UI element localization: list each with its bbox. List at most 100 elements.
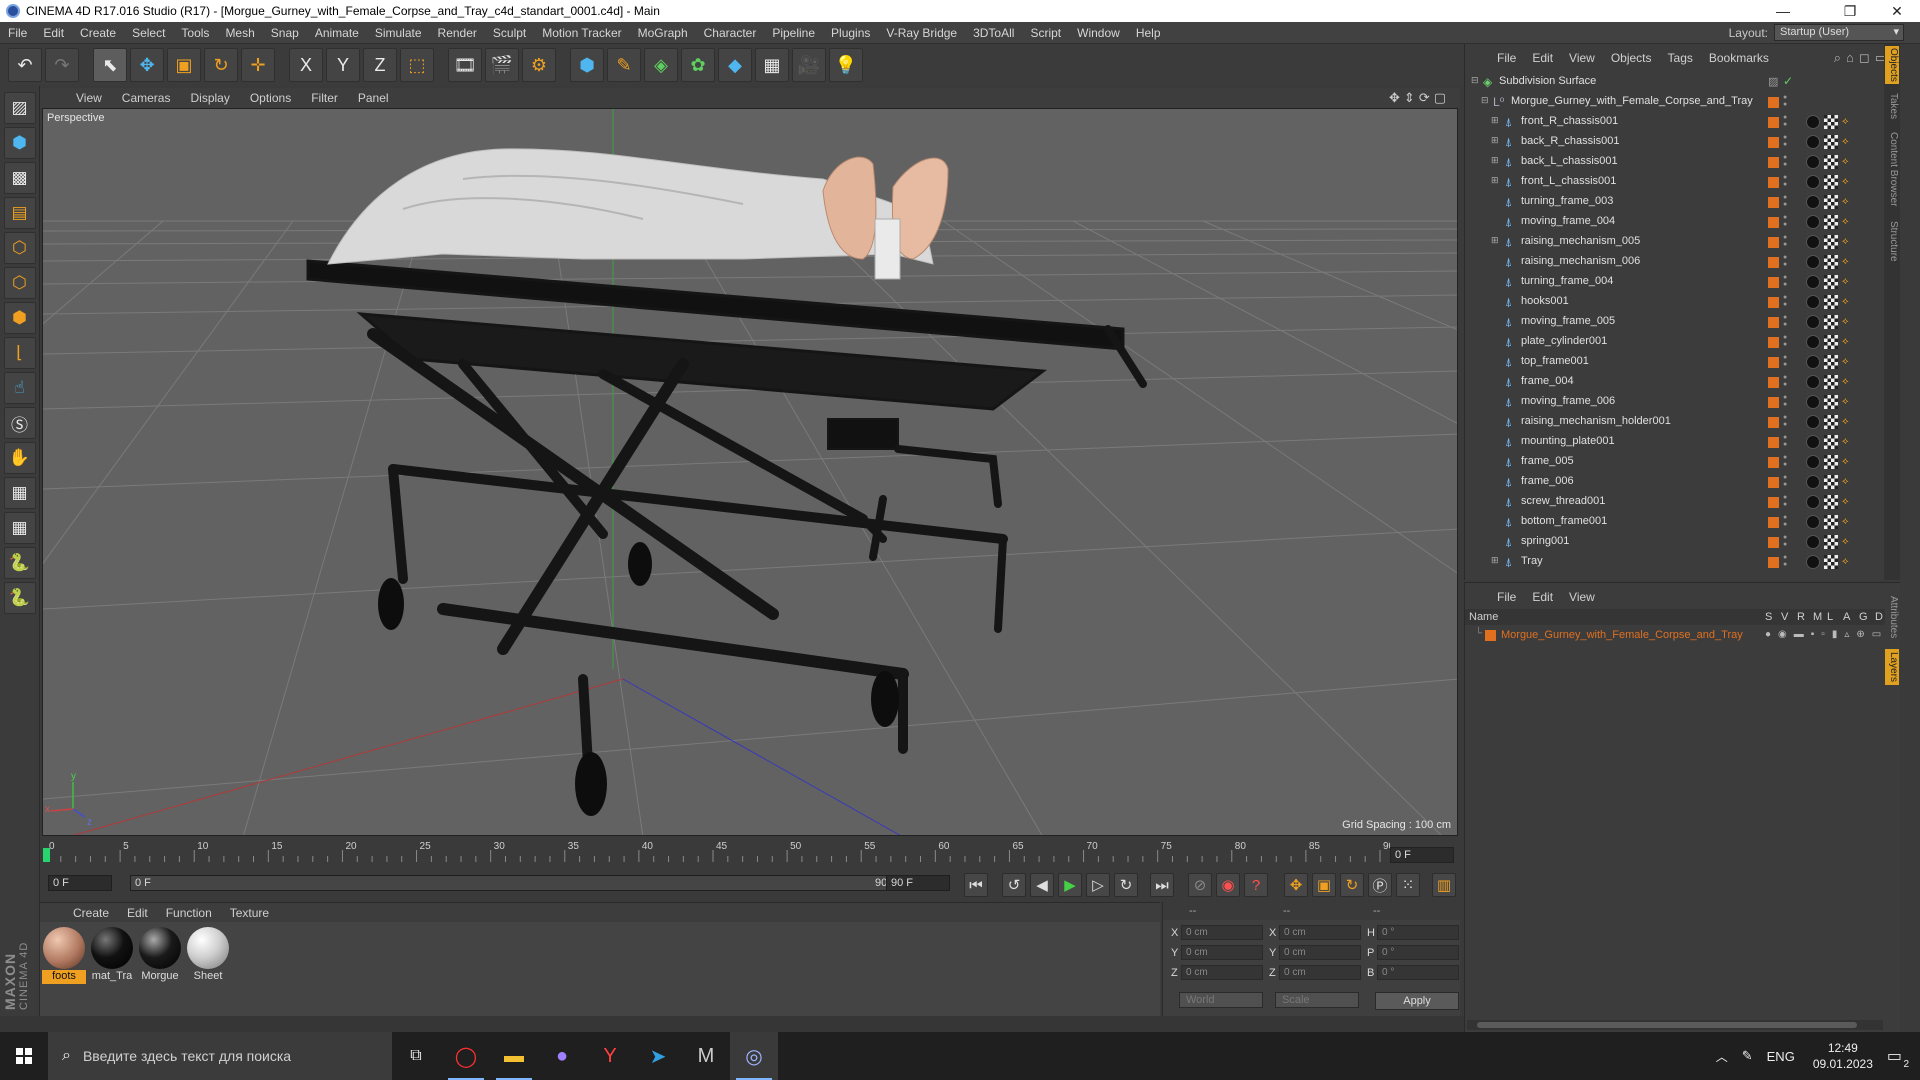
perspective-viewport[interactable]: y x z Perspective Grid Spacing : 100 cm — [42, 108, 1458, 836]
size-y-field[interactable]: 0 cm — [1279, 945, 1361, 960]
make-editable-icon[interactable]: ▨ — [3, 92, 36, 124]
cinema4d-taskbar-icon[interactable]: ◎ — [730, 1032, 778, 1080]
object-row[interactable]: ⍋ turning_frame_003 ● ● ⟡ — [1465, 192, 1901, 212]
workplane-lock-icon[interactable]: ▦ — [3, 477, 36, 509]
phong-tag-icon[interactable]: ⟡ — [1842, 196, 1854, 208]
visibility-dots-icon[interactable]: ● ● — [1783, 454, 1789, 468]
viewport-menu-display[interactable]: Display — [180, 91, 239, 105]
layer-color-tag[interactable] — [1768, 537, 1779, 548]
object-menu-tags[interactable]: Tags — [1660, 51, 1701, 65]
layout-dropdown[interactable]: Startup (User) — [1774, 24, 1904, 41]
column-manager[interactable]: M — [1813, 611, 1822, 623]
object-row[interactable]: ⍋ hooks001 ● ● ⟡ — [1465, 292, 1901, 312]
texture-tag-icon[interactable] — [1824, 135, 1838, 149]
visibility-dots-icon[interactable]: ● ● — [1783, 534, 1789, 548]
object-row[interactable]: ⍋ top_frame001 ● ● ⟡ — [1465, 352, 1901, 372]
phong-tag-icon[interactable]: ⟡ — [1842, 416, 1854, 428]
phong-tag-icon[interactable]: ⟡ — [1842, 276, 1854, 288]
model-mode-icon[interactable]: ⬢ — [3, 127, 36, 159]
menu-help[interactable]: Help — [1128, 26, 1169, 40]
material-tag-icon[interactable] — [1806, 155, 1820, 169]
phong-tag-icon[interactable]: ⟡ — [1842, 536, 1854, 548]
visibility-dots-icon[interactable]: ● ● — [1783, 254, 1789, 268]
layer-color-tag[interactable] — [1768, 437, 1779, 448]
visibility-dots-icon[interactable]: ● ● — [1783, 354, 1789, 368]
layer-color-tag[interactable] — [1768, 157, 1779, 168]
menu-tools[interactable]: Tools — [173, 26, 217, 40]
language-indicator[interactable]: ENG — [1767, 1049, 1795, 1064]
object-row[interactable]: ⍋ bottom_frame001 ● ● ⟡ — [1465, 512, 1901, 532]
size-x-field[interactable]: 0 cm — [1279, 925, 1361, 940]
menu-animate[interactable]: Animate — [307, 26, 367, 40]
floor-environment-icon[interactable]: ▦ — [755, 48, 789, 82]
deformer-icon[interactable]: ◆ — [718, 48, 752, 82]
texture-tag-icon[interactable] — [1824, 335, 1838, 349]
subdivision-generator-icon[interactable]: ◈ — [644, 48, 678, 82]
texture-tag-icon[interactable] — [1824, 175, 1838, 189]
light-icon[interactable]: 💡 — [829, 48, 863, 82]
material-tag-icon[interactable] — [1806, 295, 1820, 309]
layer-color-tag[interactable] — [1768, 217, 1779, 228]
visibility-dots-icon[interactable]: ● ● — [1783, 94, 1789, 108]
frame-range-slider[interactable]: 0 F 90 F — [130, 875, 916, 891]
side-tab-takes[interactable]: Takes — [1885, 90, 1899, 122]
texture-tag-icon[interactable] — [1824, 275, 1838, 289]
material-tag-icon[interactable] — [1806, 555, 1820, 569]
go-to-end-icon[interactable]: ⏭ — [1150, 873, 1174, 897]
visibility-dots-icon[interactable]: ● ● — [1783, 494, 1789, 508]
column-solo[interactable]: S — [1765, 611, 1772, 623]
phong-tag-icon[interactable]: ⟡ — [1842, 396, 1854, 408]
object-row[interactable]: ⍋ moving_frame_005 ● ● ⟡ — [1465, 312, 1901, 332]
material-swatch-morgue[interactable]: Morgue — [138, 926, 182, 982]
start-frame-field[interactable]: 0 F — [48, 875, 112, 891]
render-picture-viewer-icon[interactable]: 🎬 — [485, 48, 519, 82]
material-tag-icon[interactable] — [1806, 195, 1820, 209]
taskbar-clock[interactable]: 12:49 09.01.2023 — [1813, 1040, 1873, 1072]
layer-color-tag[interactable] — [1768, 457, 1779, 468]
object-row[interactable]: ⊞ ⍋ raising_mechanism_005 ● ● ⟡ — [1465, 232, 1901, 252]
phong-tag-icon[interactable]: ⟡ — [1842, 296, 1854, 308]
layer-row[interactable]: └ Morgue_Gurney_with_Female_Corpse_and_T… — [1465, 627, 1885, 645]
menu-pipeline[interactable]: Pipeline — [764, 26, 823, 40]
discord-icon[interactable]: ● — [538, 1032, 586, 1080]
layer-color-tag[interactable] — [1768, 497, 1779, 508]
material-menu-texture[interactable]: Texture — [221, 906, 278, 920]
layer-color-tag[interactable] — [1768, 477, 1779, 488]
object-row[interactable]: ⍋ screw_thread001 ● ● ⟡ — [1465, 492, 1901, 512]
object-row[interactable]: ⍋ frame_005 ● ● ⟡ — [1465, 452, 1901, 472]
phong-tag-icon[interactable]: ⟡ — [1842, 356, 1854, 368]
menu-window[interactable]: Window — [1069, 26, 1128, 40]
maxon-app-icon[interactable]: M — [682, 1032, 730, 1080]
material-tag-icon[interactable] — [1806, 255, 1820, 269]
texture-tag-icon[interactable] — [1824, 495, 1838, 509]
viewport-navigation-icons[interactable]: ✥⇕⟳▢ — [1389, 90, 1450, 106]
visibility-dots-icon[interactable]: ● ● — [1783, 114, 1789, 128]
phong-tag-icon[interactable]: ⟡ — [1842, 156, 1854, 168]
texture-tag-icon[interactable] — [1824, 195, 1838, 209]
coordinate-mode-dropdown[interactable]: Scale — [1275, 992, 1359, 1008]
menu-mesh[interactable]: Mesh — [217, 26, 262, 40]
material-tag-icon[interactable] — [1806, 375, 1820, 389]
task-view-icon[interactable]: ⧉ — [392, 1032, 440, 1080]
menu-edit[interactable]: Edit — [35, 26, 72, 40]
points-mode-icon[interactable]: ⬡ — [3, 232, 36, 264]
key-parameter-icon[interactable]: Ⓟ — [1368, 873, 1392, 897]
previous-frame-icon[interactable]: ◀ — [1030, 873, 1054, 897]
layer-color-tag[interactable] — [1768, 377, 1779, 388]
phong-tag-icon[interactable]: ⟡ — [1842, 556, 1854, 568]
texture-tag-icon[interactable] — [1824, 515, 1838, 529]
visibility-dots-icon[interactable]: ● ● — [1783, 234, 1789, 248]
transform-tool-icon[interactable]: ✛ — [241, 48, 275, 82]
layer-horizontal-scrollbar[interactable] — [1467, 1020, 1883, 1030]
menu-vray-bridge[interactable]: V-Ray Bridge — [878, 26, 965, 40]
restore-button[interactable]: ❐ — [1827, 0, 1873, 22]
current-frame-field[interactable]: 0 F — [1390, 847, 1454, 863]
layer-color-tag[interactable] — [1768, 277, 1779, 288]
cube-primitive-icon[interactable]: ⬢ — [570, 48, 604, 82]
material-menu-create[interactable]: Create — [64, 906, 118, 920]
expand-icon[interactable]: ⊞ — [1491, 235, 1501, 245]
visibility-dots-icon[interactable]: ● ● — [1783, 134, 1789, 148]
menu-sculpt[interactable]: Sculpt — [485, 26, 534, 40]
phong-tag-icon[interactable]: ⟡ — [1842, 476, 1854, 488]
menu-simulate[interactable]: Simulate — [367, 26, 430, 40]
